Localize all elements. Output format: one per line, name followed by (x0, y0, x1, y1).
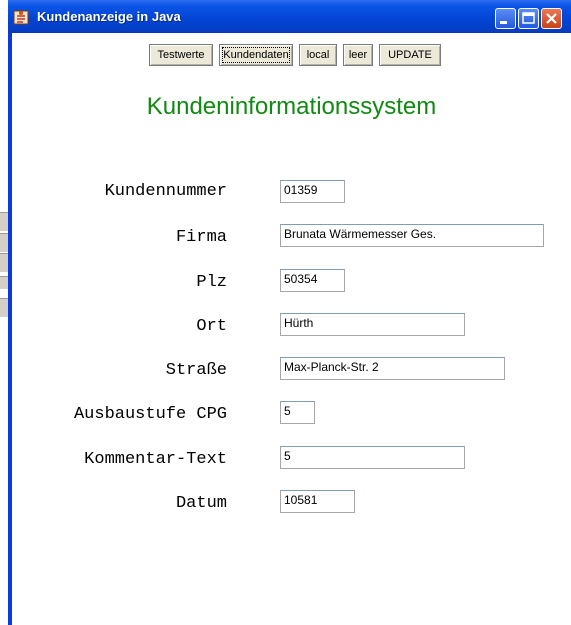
kundennummer-label: Kundennummer (104, 182, 227, 201)
datum-field[interactable]: 10581 (280, 490, 355, 513)
main-panel: Testwerte Kundendaten local leer UPDATE … (12, 33, 571, 625)
java-app-icon[interactable] (13, 9, 29, 25)
kommentar-text-label: Kommentar-Text (84, 450, 227, 469)
testwerte-button[interactable]: Testwerte (149, 44, 213, 66)
firma-label: Firma (175, 228, 227, 247)
maximize-icon (522, 12, 535, 24)
strasse-label: Straße (165, 361, 227, 380)
kundendaten-button[interactable]: Kundendaten (219, 44, 293, 66)
plz-label: Plz (196, 273, 227, 292)
maximize-button[interactable] (518, 8, 539, 29)
plz-field[interactable]: 50354 (280, 269, 345, 292)
close-button[interactable] (541, 8, 562, 29)
ausbaustufe-cpg-label: Ausbaustufe CPG (73, 405, 227, 424)
local-button[interactable]: local (299, 44, 337, 66)
ausbaustufe-cpg-field[interactable]: 5 (280, 401, 315, 424)
window-title: Kundenanzeige in Java (37, 9, 181, 24)
leer-button[interactable]: leer (343, 44, 373, 66)
strasse-field[interactable]: Max-Planck-Str. 2 (280, 357, 505, 380)
app-window: Kundenanzeige in Java Testwerte Kundenda… (8, 0, 571, 625)
minimize-icon (500, 21, 507, 24)
ort-field[interactable]: Hürth (280, 313, 465, 336)
close-icon (546, 13, 557, 24)
title-bar[interactable]: Kundenanzeige in Java (8, 0, 571, 33)
kommentar-text-field[interactable]: 5 (280, 446, 465, 469)
kundennummer-field[interactable]: 01359 (280, 180, 345, 203)
minimize-button[interactable] (495, 8, 516, 29)
update-button[interactable]: UPDATE (379, 44, 441, 66)
firma-field[interactable]: Brunata Wärmemesser Ges. (280, 224, 544, 247)
page-title: Kundeninformationssystem (146, 93, 437, 120)
ort-label: Ort (196, 317, 227, 336)
datum-label: Datum (175, 494, 227, 513)
